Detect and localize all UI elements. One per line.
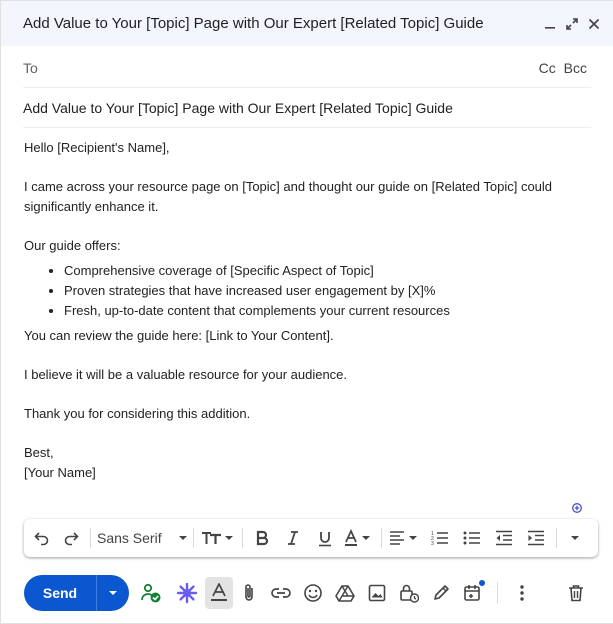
bulleted-list-icon[interactable] <box>456 523 488 553</box>
compose-title: Add Value to Your [Topic] Page with Our … <box>23 15 484 32</box>
minimize-icon[interactable] <box>542 16 558 32</box>
intro-text: I came across your resource page on [Top… <box>24 179 553 214</box>
font-family-select[interactable]: Sans Serif <box>95 523 189 553</box>
chevron-down-icon <box>178 536 187 540</box>
toolbar-divider <box>242 528 243 548</box>
subject-value: Add Value to Your [Topic] Page with Our … <box>23 99 453 116</box>
notification-dot <box>479 580 485 586</box>
window-controls <box>542 16 613 32</box>
formatting-toolbar: Sans Serif 123 <box>24 519 598 557</box>
list-item: Proven strategies that have increased us… <box>64 281 584 301</box>
compose-actions: Send <box>24 575 604 611</box>
cc-bcc: Cc Bcc <box>535 60 591 76</box>
undo-icon[interactable] <box>30 523 54 553</box>
text-color-icon[interactable] <box>341 523 377 553</box>
expand-icon[interactable] <box>564 16 580 32</box>
review-text: You can review the guide here: [Link to … <box>24 328 334 343</box>
greeting-text: Hello [Recipient's Name], <box>24 140 170 155</box>
cc-link[interactable]: Cc <box>539 60 556 76</box>
believe-text: I believe it will be a valuable resource… <box>24 367 348 382</box>
toolbar-divider <box>556 528 557 548</box>
to-label: To <box>23 59 38 76</box>
indent-less-icon[interactable] <box>488 523 520 553</box>
offers-heading: Our guide offers: <box>24 238 121 253</box>
schedule-send-icon[interactable] <box>135 577 167 609</box>
signature-icon[interactable] <box>425 577 457 609</box>
send-button[interactable]: Send <box>24 575 96 611</box>
bold-icon[interactable] <box>247 523 277 553</box>
sender-name: [Your Name] <box>24 465 96 480</box>
toolbar-divider <box>381 528 382 548</box>
insert-emoji-icon[interactable] <box>297 577 329 609</box>
compose-window: Add Value to Your [Topic] Page with Our … <box>0 0 613 624</box>
bcc-link[interactable]: Bcc <box>564 60 587 76</box>
insert-link-icon[interactable] <box>265 577 297 609</box>
toolbar-divider <box>90 528 91 548</box>
more-options-icon[interactable] <box>506 577 538 609</box>
list-item: Fresh, up-to-date content that complemen… <box>64 301 584 321</box>
send-options-button[interactable] <box>96 575 129 611</box>
to-field[interactable]: To Cc Bcc <box>23 48 591 88</box>
schedule-event-icon[interactable] <box>457 577 489 609</box>
actions-divider <box>497 582 498 604</box>
more-formatting-icon[interactable] <box>561 523 589 553</box>
redo-icon[interactable] <box>56 523 86 553</box>
text-size-icon[interactable] <box>198 523 238 553</box>
align-icon[interactable] <box>386 523 424 553</box>
numbered-list-icon[interactable]: 123 <box>424 523 456 553</box>
gemini-sparkle-icon[interactable] <box>171 577 203 609</box>
add-circle-icon[interactable] <box>572 500 582 513</box>
formatting-options-icon[interactable] <box>205 577 233 609</box>
underline-icon[interactable] <box>309 523 341 553</box>
toolbar-divider <box>193 528 194 548</box>
italic-icon[interactable] <box>277 523 309 553</box>
confidential-mode-icon[interactable] <box>393 577 425 609</box>
offers-list: Comprehensive coverage of [Specific Aspe… <box>24 261 584 321</box>
subject-field[interactable]: Add Value to Your [Topic] Page with Our … <box>23 88 591 128</box>
signoff-text: Best, <box>24 445 54 460</box>
attach-file-icon[interactable] <box>233 577 265 609</box>
insert-photo-icon[interactable] <box>361 577 393 609</box>
font-family-value: Sans Serif <box>97 530 162 546</box>
send-button-group: Send <box>24 575 129 611</box>
message-body[interactable]: Hello [Recipient's Name], I came across … <box>24 138 584 483</box>
google-drive-icon[interactable] <box>329 577 361 609</box>
list-item: Comprehensive coverage of [Specific Aspe… <box>64 261 584 281</box>
chevron-down-icon <box>109 591 117 595</box>
compose-header: Add Value to Your [Topic] Page with Our … <box>1 1 613 46</box>
close-icon[interactable] <box>586 16 602 32</box>
discard-draft-icon[interactable] <box>560 577 592 609</box>
thanks-text: Thank you for considering this addition. <box>24 406 251 421</box>
svg-text:3: 3 <box>431 541 434 546</box>
indent-more-icon[interactable] <box>520 523 552 553</box>
